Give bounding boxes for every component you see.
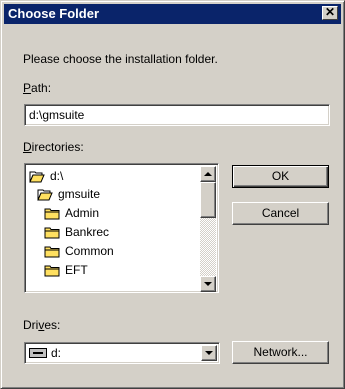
arrow-down-icon xyxy=(204,282,212,286)
drives-select[interactable]: d: xyxy=(24,342,220,364)
folder-icon xyxy=(44,265,60,276)
list-item[interactable]: EFT xyxy=(44,261,88,279)
title-bar: Choose Folder ✕ xyxy=(4,4,341,24)
list-item[interactable]: gmsuite xyxy=(37,185,100,203)
drives-selected-label: d: xyxy=(51,346,62,360)
drives-dropdown-button[interactable] xyxy=(201,345,217,361)
list-item[interactable]: Admin xyxy=(44,204,99,222)
folder-icon xyxy=(44,246,60,257)
chevron-down-icon xyxy=(205,351,213,355)
scroll-thumb[interactable] xyxy=(200,182,216,218)
scroll-up-button[interactable] xyxy=(200,166,216,182)
window-title: Choose Folder xyxy=(8,6,100,21)
close-button[interactable]: ✕ xyxy=(322,6,338,20)
open-folder-icon xyxy=(29,171,45,182)
drive-icon xyxy=(29,348,47,358)
directories-label: Directories: xyxy=(23,140,84,154)
path-input[interactable]: d:\gmsuite xyxy=(24,104,330,126)
folder-icon xyxy=(44,208,60,219)
open-folder-icon xyxy=(37,189,53,200)
directories-scrollbar[interactable] xyxy=(200,166,216,292)
list-item[interactable]: Bankrec xyxy=(44,223,109,241)
close-icon: ✕ xyxy=(324,5,336,19)
cancel-button[interactable]: Cancel xyxy=(232,202,329,225)
path-label: Path: xyxy=(23,81,52,95)
drives-label: Drives: xyxy=(23,318,61,332)
folder-icon xyxy=(44,227,60,238)
ok-button[interactable]: OK xyxy=(232,165,329,188)
list-item[interactable]: Common xyxy=(44,242,114,260)
directories-list[interactable]: d:\ gmsuite Admin Bankrec Common EFT xyxy=(24,163,219,293)
drives-selected-value: d: xyxy=(29,346,61,360)
arrow-up-icon xyxy=(204,172,212,176)
prompt-text: Please choose the installation folder. xyxy=(23,52,218,66)
scroll-down-button[interactable] xyxy=(200,276,216,292)
list-item[interactable]: d:\ xyxy=(29,167,63,185)
network-button[interactable]: Network... xyxy=(232,341,329,364)
choose-folder-dialog: Choose Folder ✕ Please choose the instal… xyxy=(0,0,345,389)
